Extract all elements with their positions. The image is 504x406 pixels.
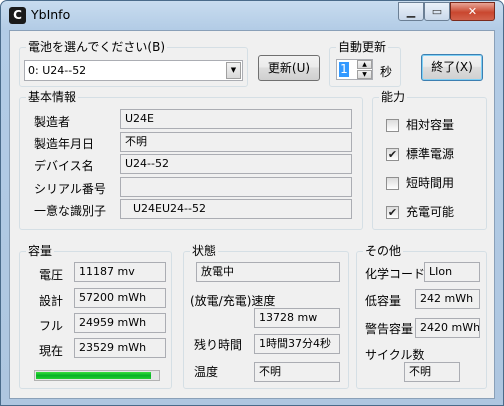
status-state-field: 放電中 bbox=[196, 262, 340, 282]
short-term-checkbox[interactable] bbox=[386, 177, 399, 190]
exit-button[interactable]: 終了(X) bbox=[421, 54, 483, 81]
yb-app-icon[interactable]: C bbox=[9, 7, 26, 24]
title-bar[interactable]: C YbInfo ▁ ▭ ✕ bbox=[1, 1, 503, 29]
auto-update-label: 自動更新 bbox=[336, 40, 389, 54]
capability-group: 能力 相対容量 ✔ 標準電源 短時間用 ✔ 充電可能 bbox=[372, 90, 487, 230]
relative-capacity-label: 相対容量 bbox=[406, 118, 455, 132]
device-name-label: デバイス名 bbox=[34, 159, 94, 173]
manufacture-date-field: 不明 bbox=[120, 132, 352, 152]
short-term-label: 短時間用 bbox=[406, 176, 455, 190]
low-capacity-field: 242 mWh bbox=[415, 289, 480, 309]
temperature-label: 温度 bbox=[194, 365, 219, 379]
other-title: その他 bbox=[363, 244, 404, 258]
unique-id-field: U24EU24--52 bbox=[120, 199, 352, 219]
client-area: 電池を選んでください(B) 0: U24--52 ▼ 更新(U) 自動更新 1 … bbox=[9, 30, 495, 399]
standard-power-label: 標準電源 bbox=[406, 147, 455, 161]
remaining-time-field: 1時間37分4秒 bbox=[254, 334, 340, 354]
refresh-button[interactable]: 更新(U) bbox=[258, 55, 320, 81]
capability-title: 能力 bbox=[379, 90, 408, 104]
unique-id-label: 一意な識別子 bbox=[34, 204, 107, 218]
warning-capacity-label: 警告容量 bbox=[365, 322, 414, 336]
manufacture-date-label: 製造年月日 bbox=[34, 137, 95, 151]
window-title: YbInfo bbox=[31, 7, 71, 22]
rate-field: 13728 mw bbox=[254, 308, 340, 328]
manufacturer-field: U24E bbox=[120, 109, 352, 129]
low-capacity-label: 低容量 bbox=[365, 294, 402, 308]
spin-down-icon[interactable]: ▼ bbox=[357, 70, 372, 79]
cycle-count-label: サイクル数 bbox=[365, 348, 425, 362]
capacity-title: 容量 bbox=[26, 244, 55, 258]
remaining-time-label: 残り時間 bbox=[194, 338, 243, 352]
minimize-icon[interactable]: ▁ bbox=[398, 2, 424, 21]
design-capacity-field: 57200 mWh bbox=[74, 288, 166, 308]
warning-capacity-field: 2420 mWh bbox=[415, 318, 480, 338]
rechargeable-label: 充電可能 bbox=[406, 205, 455, 219]
device-name-field: U24--52 bbox=[120, 154, 352, 174]
charge-progress-fill bbox=[36, 372, 151, 379]
status-title: 状態 bbox=[190, 244, 219, 258]
basic-info-title: 基本情報 bbox=[26, 90, 79, 104]
current-capacity-field: 23529 mWh bbox=[74, 338, 166, 358]
chemistry-field: LIon bbox=[424, 262, 480, 282]
manufacturer-label: 製造者 bbox=[34, 115, 71, 129]
spin-up-icon[interactable]: ▲ bbox=[357, 60, 372, 69]
full-capacity-field: 24959 mWh bbox=[74, 313, 166, 333]
serial-number-field bbox=[120, 177, 352, 197]
app-window: C YbInfo ▁ ▭ ✕ 電池を選んでください(B) 0: U24--52 … bbox=[0, 0, 504, 406]
cycle-count-field: 不明 bbox=[404, 362, 460, 382]
battery-select-label: 電池を選んでください(B) bbox=[26, 40, 167, 54]
temperature-field: 不明 bbox=[254, 362, 340, 382]
relative-capacity-checkbox[interactable] bbox=[386, 119, 399, 132]
maximize-icon[interactable]: ▭ bbox=[424, 2, 450, 21]
full-capacity-label: フル bbox=[39, 319, 64, 333]
current-capacity-label: 現在 bbox=[39, 344, 64, 358]
rechargeable-checkbox[interactable]: ✔ bbox=[386, 206, 399, 219]
voltage-field: 11187 mv bbox=[74, 262, 166, 282]
auto-update-value[interactable]: 1 bbox=[339, 62, 349, 77]
voltage-label: 電圧 bbox=[39, 268, 64, 282]
chevron-down-icon[interactable]: ▼ bbox=[226, 62, 241, 79]
design-capacity-label: 設計 bbox=[39, 294, 64, 308]
auto-update-stepper[interactable]: 1 ▲ ▼ bbox=[336, 59, 373, 80]
serial-number-label: シリアル番号 bbox=[34, 182, 106, 196]
battery-select-value: 0: U24--52 bbox=[28, 64, 87, 77]
charge-progress-bar bbox=[34, 370, 160, 381]
standard-power-checkbox[interactable]: ✔ bbox=[386, 148, 399, 161]
close-icon[interactable]: ✕ bbox=[450, 2, 495, 21]
auto-update-unit: 秒 bbox=[380, 65, 393, 79]
rate-label: (放電/充電)速度 bbox=[190, 294, 276, 308]
chemistry-label: 化学コード bbox=[365, 267, 426, 281]
battery-select-combo[interactable]: 0: U24--52 ▼ bbox=[24, 60, 243, 81]
